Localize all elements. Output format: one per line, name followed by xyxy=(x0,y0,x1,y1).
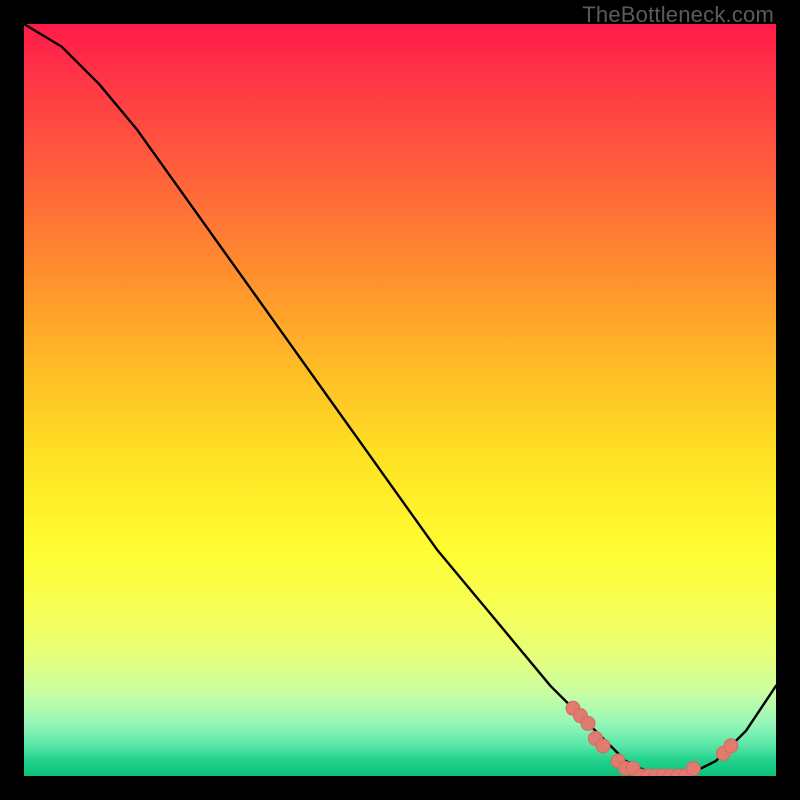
data-point xyxy=(686,762,700,776)
curve-line xyxy=(24,24,776,776)
data-point xyxy=(581,716,595,730)
chart-svg xyxy=(24,24,776,776)
chart-frame: TheBottleneck.com xyxy=(0,0,800,800)
plot-area xyxy=(24,24,776,776)
curve-markers xyxy=(566,701,738,776)
data-point xyxy=(724,739,738,753)
data-point xyxy=(596,739,610,753)
watermark-text: TheBottleneck.com xyxy=(582,2,774,28)
